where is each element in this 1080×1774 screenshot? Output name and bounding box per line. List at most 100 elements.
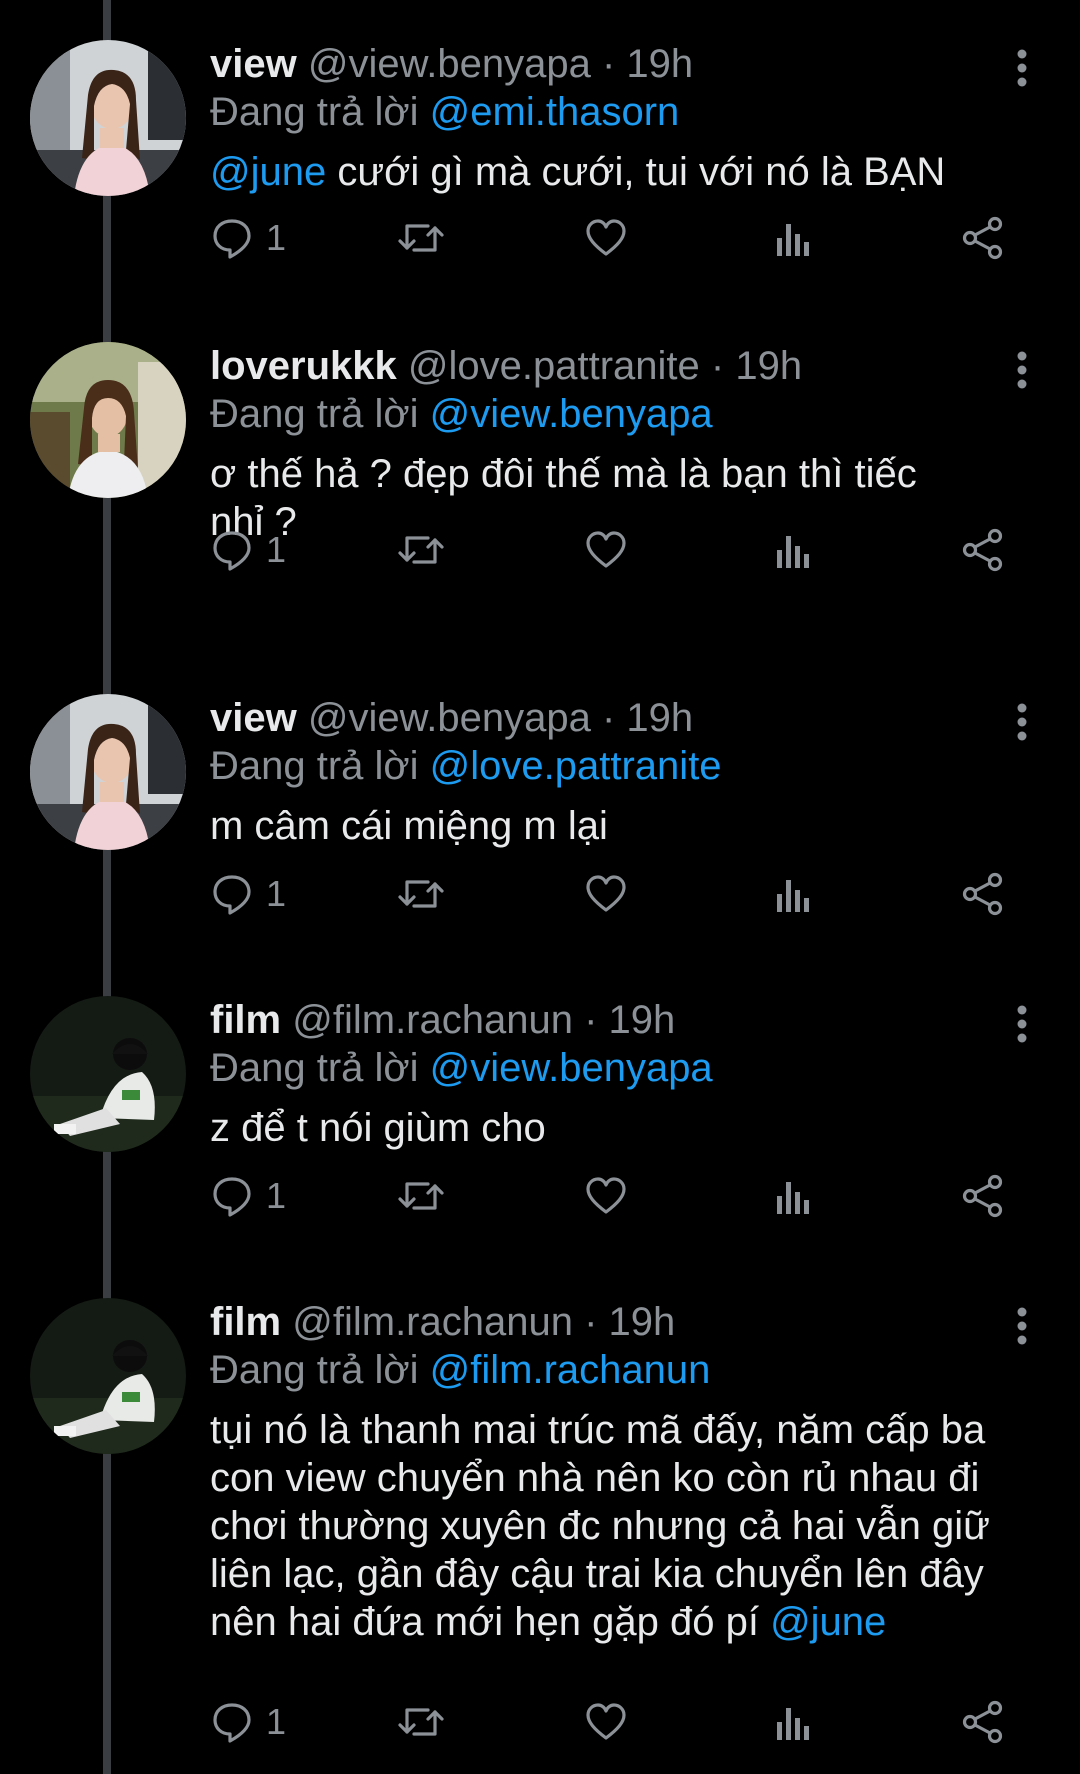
handle[interactable]: @view.benyapa xyxy=(308,42,591,86)
analytics-button[interactable] xyxy=(774,1692,814,1752)
reply-icon xyxy=(213,875,251,915)
handle[interactable]: @love.pattranite xyxy=(408,344,700,388)
share-button[interactable] xyxy=(960,864,1006,924)
tweet-text-content: nên hai đứa mới hẹn gặp đó pí xyxy=(210,1600,771,1644)
retweet-button[interactable] xyxy=(396,864,446,924)
display-name[interactable]: loverukkk xyxy=(210,344,397,388)
handle[interactable]: @view.benyapa xyxy=(308,696,591,740)
replying-to: Đang trả lời @view.benyapa xyxy=(210,1044,1020,1092)
reply-icon xyxy=(213,531,251,571)
more-options-icon[interactable] xyxy=(1010,1004,1034,1044)
avatar[interactable] xyxy=(30,694,186,850)
timestamp[interactable]: · 19h xyxy=(602,42,693,86)
avatar-view-image xyxy=(30,40,186,196)
share-button[interactable] xyxy=(960,1692,1006,1752)
replying-to-label: Đang trả lời xyxy=(210,1348,419,1392)
tweet-text-line: liên lạc, gần đây cậu trai kia chuyển lê… xyxy=(210,1552,984,1596)
reply-count: 1 xyxy=(266,529,287,570)
tweet-text-line: con view chuyển nhà nên ko còn rủ nhau đ… xyxy=(210,1456,980,1500)
tweet-text-line: tụi nó là thanh mai trúc mã đấy, năm cấp… xyxy=(210,1408,986,1452)
timestamp[interactable]: · 19h xyxy=(602,696,693,740)
tweet-header: film @film.rachanun · 19h xyxy=(210,1298,1020,1346)
analytics-button[interactable] xyxy=(774,1166,814,1226)
tweet-text: m câm cái miệng m lại xyxy=(210,804,608,848)
display-name[interactable]: view xyxy=(210,696,297,740)
tweet-actions: 1 xyxy=(210,864,1010,924)
avatar[interactable] xyxy=(30,1298,186,1454)
retweet-icon xyxy=(398,224,444,252)
like-button[interactable] xyxy=(584,1166,628,1226)
replying-to-link[interactable]: @emi.thasorn xyxy=(430,90,680,134)
tweet-text-line: nên hai đứa mới hẹn gặp đó pí @june xyxy=(210,1598,1020,1646)
tweet-header: film @film.rachanun · 19h xyxy=(210,996,1020,1044)
tweet-header: view @view.benyapa · 19h xyxy=(210,40,1020,88)
analytics-icon xyxy=(777,880,809,912)
timestamp[interactable]: · 19h xyxy=(584,1300,675,1344)
more-options-icon[interactable] xyxy=(1010,350,1034,390)
avatar-loverukkk-image xyxy=(30,342,186,498)
reply-button[interactable]: 1 xyxy=(210,520,286,580)
like-button[interactable] xyxy=(584,864,628,924)
mention-link[interactable]: @june xyxy=(770,1600,886,1644)
like-button[interactable] xyxy=(584,208,628,268)
analytics-button[interactable] xyxy=(774,208,814,268)
thread-line xyxy=(103,0,111,1774)
share-button[interactable] xyxy=(960,1166,1006,1226)
tweet-text-line: chơi thường xuyên đc nhưng cả hai vẫn gi… xyxy=(210,1504,990,1548)
analytics-icon xyxy=(777,224,809,256)
reply-button[interactable]: 1 xyxy=(210,1166,286,1226)
reply-button[interactable]: 1 xyxy=(210,208,286,268)
retweet-icon xyxy=(398,880,444,908)
tweet-actions: 1 xyxy=(210,208,1010,268)
tweet-text-content: cưới gì mà cưới, tui với nó là BẠN xyxy=(326,150,946,194)
retweet-button[interactable] xyxy=(396,1166,446,1226)
display-name[interactable]: film xyxy=(210,1300,281,1344)
reply-count: 1 xyxy=(266,217,287,258)
retweet-button[interactable] xyxy=(396,520,446,580)
avatar[interactable] xyxy=(30,40,186,196)
more-options-icon[interactable] xyxy=(1010,702,1034,742)
timestamp[interactable]: · 19h xyxy=(711,344,802,388)
display-name[interactable]: view xyxy=(210,42,297,86)
analytics-icon xyxy=(777,1182,809,1214)
tweet-text: tụi nó là thanh mai trúc mã đấy, năm cấp… xyxy=(210,1406,1020,1646)
handle[interactable]: @film.rachanun xyxy=(292,998,573,1042)
analytics-button[interactable] xyxy=(774,864,814,924)
tweet-actions: 1 xyxy=(210,520,1010,580)
replying-to: Đang trả lời @emi.thasorn xyxy=(210,88,1020,136)
retweet-icon xyxy=(398,1708,444,1736)
analytics-button[interactable] xyxy=(774,520,814,580)
reply-button[interactable]: 1 xyxy=(210,1692,286,1752)
more-options-icon[interactable] xyxy=(1010,48,1034,88)
share-button[interactable] xyxy=(960,520,1006,580)
share-button[interactable] xyxy=(960,208,1006,268)
like-button[interactable] xyxy=(584,520,628,580)
tweet-text: @june cưới gì mà cưới, tui với nó là BẠN xyxy=(210,148,1020,196)
retweet-button[interactable] xyxy=(396,1692,446,1752)
analytics-icon xyxy=(777,536,809,568)
avatar[interactable] xyxy=(30,996,186,1152)
avatar-film-image xyxy=(30,996,186,1152)
replying-to-link[interactable]: @film.rachanun xyxy=(430,1348,711,1392)
share-icon xyxy=(962,216,1003,260)
replying-to: Đang trả lời @film.rachanun xyxy=(210,1346,1020,1394)
tweet-text-line: ơ thế hả ? đẹp đôi thế mà là bạn thì tiế… xyxy=(210,452,917,496)
reply-button[interactable]: 1 xyxy=(210,864,286,924)
replying-to-link[interactable]: @view.benyapa xyxy=(430,392,713,436)
share-icon xyxy=(962,872,1003,916)
avatar[interactable] xyxy=(30,342,186,498)
timestamp[interactable]: · 19h xyxy=(584,998,675,1042)
tweet-header: view @view.benyapa · 19h xyxy=(210,694,1020,742)
like-button[interactable] xyxy=(584,1692,628,1752)
replying-to-link[interactable]: @love.pattranite xyxy=(430,744,722,788)
replying-to-link[interactable]: @view.benyapa xyxy=(430,1046,713,1090)
replying-to-label: Đang trả lời xyxy=(210,392,419,436)
reply-icon xyxy=(213,1703,251,1743)
retweet-icon xyxy=(398,536,444,564)
handle[interactable]: @film.rachanun xyxy=(292,1300,573,1344)
tweet-header: loverukkk @love.pattranite · 19h xyxy=(210,342,1020,390)
retweet-button[interactable] xyxy=(396,208,446,268)
mention-link[interactable]: @june xyxy=(210,150,326,194)
more-options-icon[interactable] xyxy=(1010,1306,1034,1346)
display-name[interactable]: film xyxy=(210,998,281,1042)
